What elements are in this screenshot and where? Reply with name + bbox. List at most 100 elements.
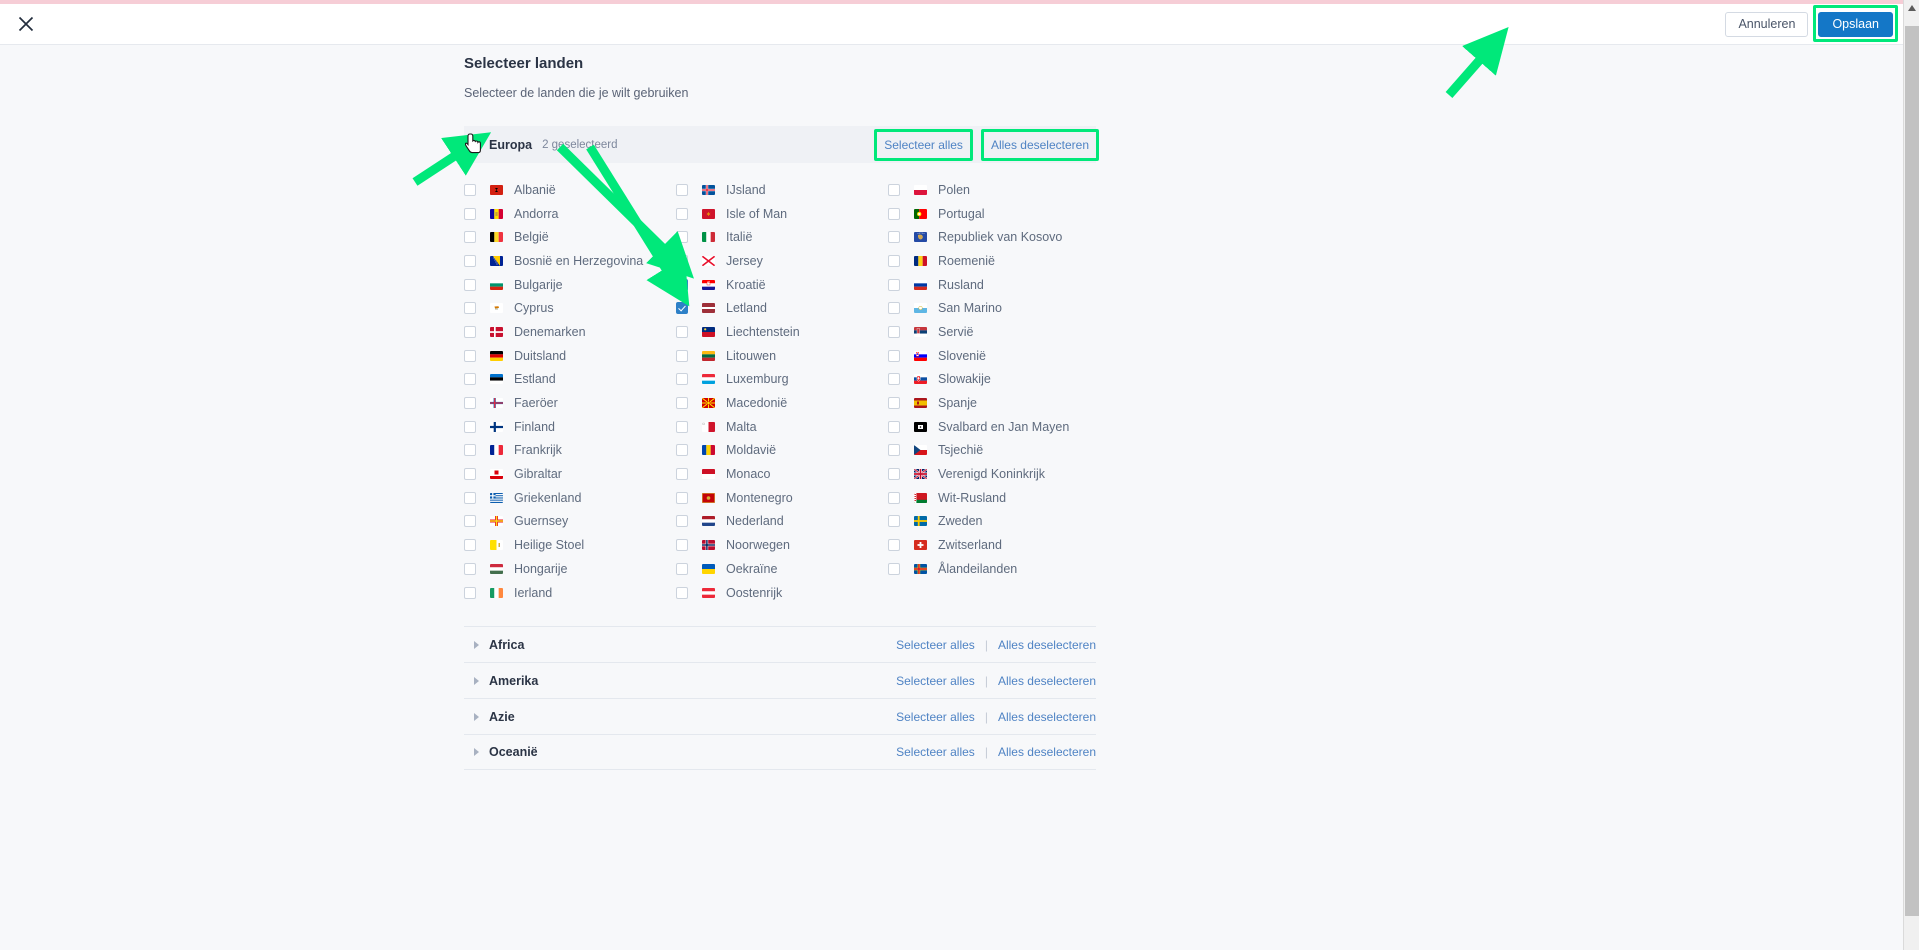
cancel-button[interactable]: Annuleren (1725, 11, 1809, 37)
country-checkbox[interactable] (676, 444, 688, 457)
country-checkbox[interactable] (464, 397, 476, 410)
country-row[interactable]: Andorra (464, 202, 676, 226)
country-row[interactable]: België (464, 225, 676, 249)
close-icon[interactable] (10, 8, 42, 40)
country-checkbox[interactable] (888, 444, 900, 457)
country-row[interactable]: Montenegro (676, 486, 888, 510)
country-row[interactable]: Estland (464, 368, 676, 392)
country-checkbox[interactable] (676, 278, 688, 291)
country-checkbox[interactable] (464, 207, 476, 220)
page-scrollbar[interactable] (1903, 0, 1919, 950)
country-row[interactable]: Kroatië (676, 273, 888, 297)
country-row[interactable]: Wit-Rusland (888, 486, 1100, 510)
deselect-all-link[interactable]: Alles deselecteren (998, 745, 1096, 759)
country-checkbox[interactable] (888, 539, 900, 552)
country-row[interactable]: Moldavië (676, 439, 888, 463)
country-checkbox[interactable] (888, 468, 900, 481)
country-row[interactable]: Litouwen (676, 344, 888, 368)
chevron-right-icon[interactable] (469, 638, 483, 652)
country-row[interactable]: Frankrijk (464, 439, 676, 463)
country-row[interactable]: Malta (676, 415, 888, 439)
country-row[interactable]: Guernsey (464, 510, 676, 534)
country-checkbox[interactable] (888, 491, 900, 504)
country-checkbox[interactable] (676, 468, 688, 481)
country-checkbox[interactable] (464, 278, 476, 291)
country-row[interactable]: Ierland (464, 581, 676, 605)
country-checkbox[interactable] (676, 207, 688, 220)
country-row[interactable]: Isle of Man (676, 202, 888, 226)
country-checkbox[interactable] (676, 420, 688, 433)
country-checkbox[interactable] (464, 183, 476, 196)
country-checkbox[interactable] (888, 254, 900, 267)
country-checkbox[interactable] (464, 420, 476, 433)
country-checkbox[interactable] (464, 231, 476, 244)
country-checkbox[interactable] (888, 562, 900, 575)
country-row[interactable]: Nederland (676, 510, 888, 534)
country-row[interactable]: IJsland (676, 178, 888, 202)
country-row[interactable]: Svalbard en Jan Mayen (888, 415, 1100, 439)
country-checkbox[interactable] (676, 373, 688, 386)
country-checkbox[interactable] (676, 515, 688, 528)
country-row[interactable]: Spanje (888, 391, 1100, 415)
country-row[interactable]: Slovenië (888, 344, 1100, 368)
country-row[interactable]: Heilige Stoel (464, 533, 676, 557)
deselect-all-link[interactable]: Alles deselecteren (998, 638, 1096, 652)
country-checkbox[interactable] (464, 539, 476, 552)
country-checkbox[interactable] (676, 302, 688, 315)
country-row[interactable]: Letland (676, 296, 888, 320)
country-checkbox[interactable] (888, 302, 900, 315)
country-row[interactable]: Bulgarije (464, 273, 676, 297)
chevron-right-icon[interactable] (469, 674, 483, 688)
country-row[interactable]: Servië (888, 320, 1100, 344)
chevron-right-icon[interactable] (469, 745, 483, 759)
country-checkbox[interactable] (888, 515, 900, 528)
select-all-link-europa[interactable]: Selecteer alles (884, 138, 963, 152)
scrollbar-up-arrow-icon[interactable] (1904, 0, 1919, 16)
country-row[interactable]: Oostenrijk (676, 581, 888, 605)
country-checkbox[interactable] (464, 562, 476, 575)
country-row[interactable]: Oekraïne (676, 557, 888, 581)
country-row[interactable]: Tsjechië (888, 439, 1100, 463)
continent-row[interactable]: Amerika Selecteer alles | Alles deselectere… (464, 662, 1096, 698)
country-row[interactable]: Hongarije (464, 557, 676, 581)
country-checkbox[interactable] (464, 444, 476, 457)
country-checkbox[interactable] (464, 586, 476, 599)
country-checkbox[interactable] (888, 397, 900, 410)
deselect-all-link-europa[interactable]: Alles deselecteren (991, 138, 1089, 152)
country-checkbox[interactable] (676, 325, 688, 338)
country-checkbox[interactable] (676, 231, 688, 244)
country-row[interactable]: Jersey (676, 249, 888, 273)
deselect-all-link[interactable]: Alles deselecteren (998, 710, 1096, 724)
country-row[interactable]: Faeröer (464, 391, 676, 415)
country-checkbox[interactable] (676, 586, 688, 599)
continent-row[interactable]: Azie Selecteer alles | Alles deselecteren (464, 698, 1096, 734)
country-checkbox[interactable] (464, 515, 476, 528)
country-checkbox[interactable] (464, 254, 476, 267)
country-row[interactable]: Cyprus (464, 296, 676, 320)
country-row[interactable]: Republiek van Kosovo (888, 225, 1100, 249)
country-row[interactable]: Verenigd Koninkrijk (888, 462, 1100, 486)
country-checkbox[interactable] (676, 349, 688, 362)
country-checkbox[interactable] (888, 325, 900, 338)
country-checkbox[interactable] (676, 491, 688, 504)
select-all-link[interactable]: Selecteer alles (896, 710, 975, 724)
country-checkbox[interactable] (676, 254, 688, 267)
country-checkbox[interactable] (888, 349, 900, 362)
country-row[interactable]: Ålandeilanden (888, 557, 1100, 581)
scrollbar-thumb[interactable] (1905, 26, 1919, 916)
country-checkbox[interactable] (676, 183, 688, 196)
country-row[interactable]: San Marino (888, 296, 1100, 320)
country-row[interactable]: Polen (888, 178, 1100, 202)
country-row[interactable]: Italië (676, 225, 888, 249)
country-checkbox[interactable] (464, 302, 476, 315)
country-row[interactable]: Bosnië en Herzegovina (464, 249, 676, 273)
country-row[interactable]: Liechtenstein (676, 320, 888, 344)
select-all-link[interactable]: Selecteer alles (896, 674, 975, 688)
country-row[interactable]: Roemenië (888, 249, 1100, 273)
country-checkbox[interactable] (676, 397, 688, 410)
country-row[interactable]: Noorwegen (676, 533, 888, 557)
country-checkbox[interactable] (464, 468, 476, 481)
country-checkbox[interactable] (464, 373, 476, 386)
country-checkbox[interactable] (888, 373, 900, 386)
chevron-right-icon[interactable] (469, 710, 483, 724)
